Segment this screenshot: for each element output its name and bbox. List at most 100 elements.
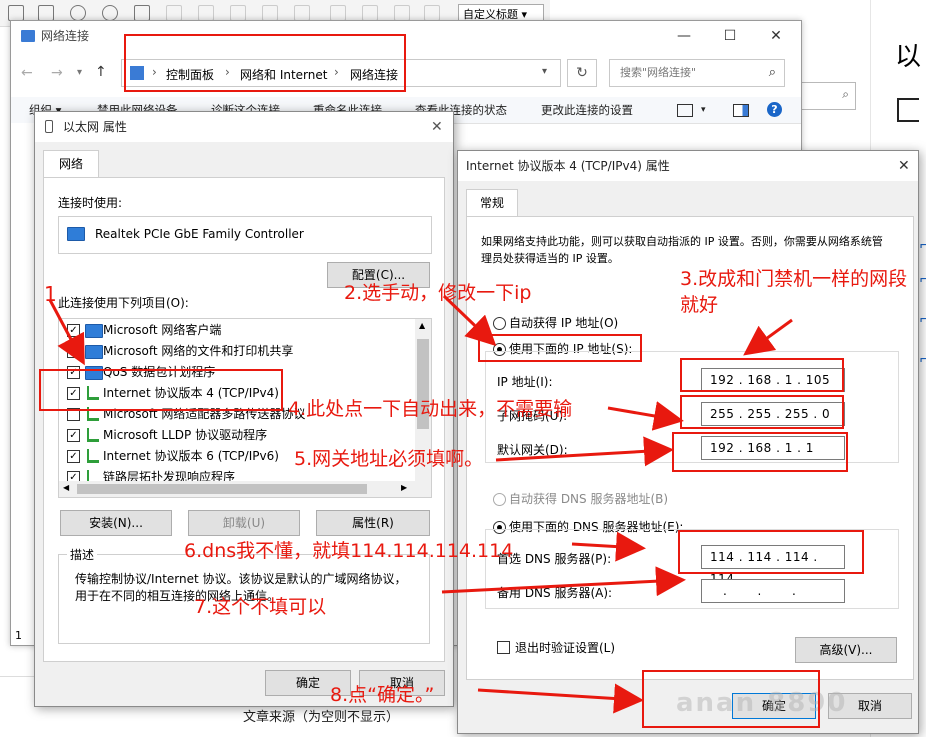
tool-icon[interactable] [230,5,246,21]
status-item-count: 1 [15,629,22,642]
ok-highlight-box [642,670,820,728]
item-label: Microsoft 网络客户端 [103,323,222,337]
recent-dropdown-icon[interactable]: ▾ [77,67,82,78]
auto-dns-label: 自动获得 DNS 服务器地址(B) [509,492,669,506]
client-icon [85,324,103,338]
close-button[interactable]: ✕ [753,21,799,51]
ethernet-icon [45,120,53,133]
annotation-2: 2.选手动，修改一下ip [344,282,532,304]
scroll-up-icon[interactable]: ▲ [419,321,425,330]
gateway-highlight-box [672,432,848,472]
ip-highlight-box [680,358,844,392]
annotation-1: 1 [44,282,57,306]
alarm-icon[interactable] [102,5,118,21]
right-link[interactable]: ⌐ [919,352,926,368]
nav-pane [11,123,35,643]
properties-button[interactable]: 属性(R) [316,510,430,536]
tool-icon[interactable] [424,5,440,21]
description-title: 描述 [67,546,98,563]
auto-dns-radio[interactable] [493,493,506,506]
tool-icon[interactable] [294,5,310,21]
tab-network[interactable]: 网络 [43,150,99,179]
clock-icon[interactable] [70,5,86,21]
up-arrow-icon[interactable]: ↑ [95,64,107,80]
table-icon[interactable] [134,5,150,21]
advanced-button[interactable]: 高级(V)... [795,637,897,663]
annotation-8: 8.点“确定。” [330,684,435,706]
network-folder-icon [21,30,35,42]
alternate-dns-label: 备用 DNS 服务器(A): [497,586,613,600]
view-options-icon[interactable] [677,104,693,117]
tool-icon[interactable] [38,5,54,21]
scroll-right-icon[interactable]: ▶ [401,483,407,492]
refresh-icon[interactable]: ↻ [567,59,597,87]
validate-label: 退出时验证设置(L) [515,641,616,655]
install-button[interactable]: 安装(N)... [60,510,172,536]
minimize-button[interactable]: — [661,21,707,51]
item-label: Internet 协议版本 6 (TCP/IPv6) [103,449,279,463]
dns-highlight-box [678,530,864,574]
tool-icon[interactable] [166,5,182,21]
auto-ip-radio[interactable] [493,317,506,330]
mask-highlight-box [680,395,844,429]
search-icon: ⌕ [842,87,849,101]
annotation-6: 6.dns我不懂，就填114.114.114.114 [184,540,514,562]
help-icon[interactable]: ? [767,102,782,117]
uninstall-button[interactable]: 卸载(U) [188,510,300,536]
article-source-label: 文章来源（为空则不显示） [243,710,400,725]
search-icon: ⌕ [768,65,776,80]
annotation-7: 7.这个不填可以 [194,596,327,618]
right-link[interactable]: ⌐ [919,272,926,288]
checkbox[interactable]: ✓ [67,450,80,463]
tool-icon[interactable] [394,5,410,21]
gateway-label: 默认网关(D): [497,443,568,457]
connect-using-label: 连接时使用: [58,196,123,210]
preferred-dns-label: 首选 DNS 服务器(P): [497,552,612,566]
alternate-dns-field[interactable]: . . . [701,579,845,603]
checkbox[interactable]: ✓ [67,345,80,358]
protocol-icon [87,428,99,442]
change-settings-command[interactable]: 更改此连接的设置 [541,97,633,123]
tool-icon[interactable] [262,5,278,21]
ip-label: IP 地址(I): [497,375,553,389]
list-item[interactable]: ✓ Microsoft LLDP 协议驱动程序 [59,425,415,446]
ipv4-dialog-close-button[interactable]: ✕ [898,151,910,181]
checkbox[interactable]: ✓ [67,429,80,442]
preview-pane-icon[interactable] [733,104,749,117]
list-item[interactable]: ✓ Microsoft 网络的文件和打印机共享 [59,341,415,362]
right-link[interactable]: ⌐ [919,238,926,254]
back-arrow-icon[interactable]: ← [21,65,33,81]
scroll-left-icon[interactable]: ◀ [63,483,69,492]
maximize-button[interactable]: ☐ [707,21,753,51]
service-icon [85,345,103,359]
checkbox[interactable]: ✓ [67,324,80,337]
tool-icon[interactable] [198,5,214,21]
search-placeholder: 搜索"网络连接" [620,66,697,79]
tool-icon[interactable] [362,5,378,21]
adapter-name: Realtek PCIe GbE Family Controller [95,227,304,241]
right-link[interactable]: ⌐ [919,312,926,328]
horizontal-scrollbar[interactable]: ◀ ▶ [59,481,415,497]
address-dropdown-icon[interactable]: ▾ [542,66,547,77]
adapter-box: Realtek PCIe GbE Family Controller [58,216,432,254]
forward-arrow-icon[interactable]: → [51,65,63,81]
list-item[interactable]: ✓ Microsoft 网络客户端 [59,320,415,341]
search-input[interactable]: 搜索"网络连接" ⌕ [609,59,785,87]
ipv4-dialog-titlebar: Internet 协议版本 4 (TCP/IPv4) 属性 ✕ [458,151,918,181]
tool-icon[interactable] [8,5,24,21]
ethernet-dialog-close-button[interactable]: ✕ [431,112,443,142]
tab-general[interactable]: 常规 [466,189,518,218]
right-heading: 以 [895,42,922,72]
protocol-icon [87,449,99,463]
tool-icon[interactable] [330,5,346,21]
outline-icon [897,98,919,122]
intro-text: 如果网络支持此功能，则可以获取自动指派的 IP 设置。否则，你需要从网络系统管理… [481,235,883,265]
auto-ip-label: 自动获得 IP 地址(O) [509,316,619,330]
view-dropdown-icon[interactable]: ▾ [701,97,706,123]
validate-checkbox[interactable] [497,641,510,654]
annotation-4: 4.此处点一下自动出来，不需要输 [288,398,573,420]
ipv4-dialog-title: Internet 协议版本 4 (TCP/IPv4) 属性 [466,159,670,173]
manual-ip-highlight-box [478,334,642,362]
breadcrumb-highlight-box [124,34,406,92]
scrollbar-thumb[interactable] [77,484,367,494]
